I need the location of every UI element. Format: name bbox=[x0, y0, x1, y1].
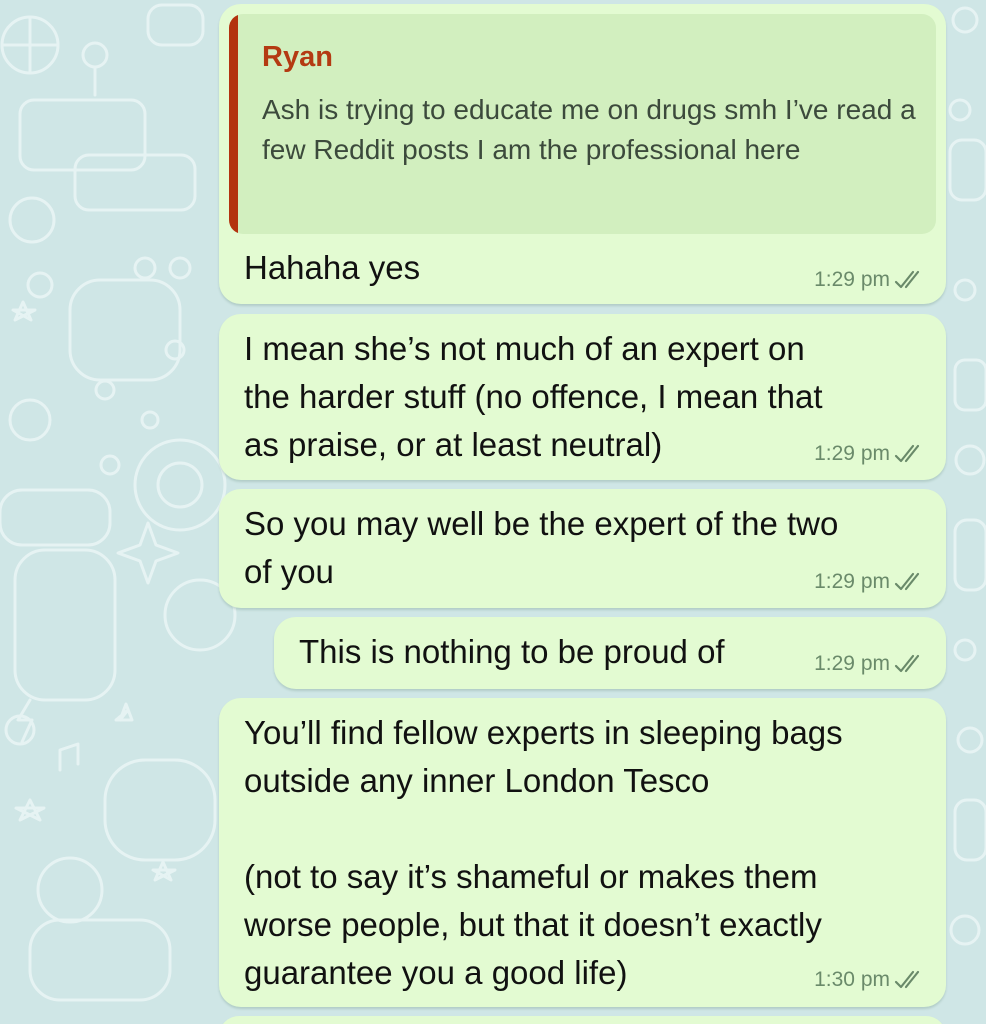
message-text: Hahaha yes bbox=[244, 249, 421, 286]
message-meta: 1:29 pm bbox=[814, 570, 924, 594]
message-bubble[interactable]: So you may well be the expert of the two… bbox=[219, 489, 946, 608]
message-meta: 1:29 pm bbox=[814, 268, 924, 292]
message-time: 1:29 pm bbox=[814, 652, 890, 675]
message-time: 1:29 pm bbox=[814, 570, 890, 593]
message-time: 1:30 pm bbox=[814, 968, 890, 991]
double-check-icon bbox=[894, 572, 920, 591]
reply-accent-bar bbox=[229, 14, 238, 234]
message-bubble[interactable]: You’ll find fellow experts in sleeping b… bbox=[219, 698, 946, 1007]
message-text: So you may well be the expert of the two… bbox=[244, 505, 839, 590]
message-bubble-partial[interactable] bbox=[219, 1016, 946, 1024]
double-check-icon bbox=[894, 270, 920, 289]
reply-text: Ash is trying to educate me on drugs smh… bbox=[262, 94, 916, 165]
double-check-icon bbox=[894, 654, 920, 673]
message-text: This is nothing to be proud of bbox=[299, 633, 725, 670]
chat-background: Ryan Ash is trying to educate me on drug… bbox=[0, 0, 986, 1024]
message-text: I mean she’s not much of an expert on th… bbox=[244, 330, 823, 463]
message-bubble[interactable]: Ryan Ash is trying to educate me on drug… bbox=[219, 4, 946, 304]
message-meta: 1:30 pm bbox=[814, 968, 924, 992]
double-check-icon bbox=[894, 444, 920, 463]
double-check-icon bbox=[894, 970, 920, 989]
message-time: 1:29 pm bbox=[814, 268, 890, 291]
message-time: 1:29 pm bbox=[814, 442, 890, 465]
message-meta: 1:29 pm bbox=[814, 652, 924, 676]
message-bubble[interactable]: This is nothing to be proud of 1:29 pm bbox=[274, 617, 946, 689]
reply-quote[interactable]: Ryan Ash is trying to educate me on drug… bbox=[229, 14, 936, 234]
reply-author: Ryan bbox=[262, 41, 333, 73]
message-bubble[interactable]: I mean she’s not much of an expert on th… bbox=[219, 314, 946, 480]
message-meta: 1:29 pm bbox=[814, 442, 924, 466]
message-text: You’ll find fellow experts in sleeping b… bbox=[244, 714, 843, 991]
